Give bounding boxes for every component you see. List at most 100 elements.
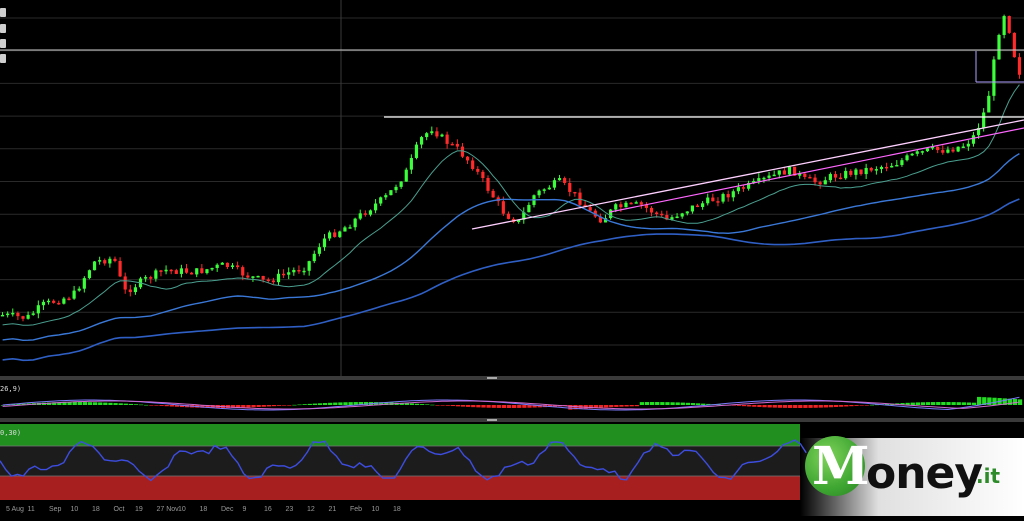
candle-body: [557, 178, 562, 181]
toolbar-button-1[interactable]: [0, 8, 6, 17]
macd-bar: [271, 405, 277, 407]
candle-body: [915, 151, 919, 154]
candle-body: [215, 264, 219, 268]
candle-body: [982, 112, 986, 128]
candle-body: [455, 143, 459, 147]
macd-bar: [925, 402, 931, 405]
oscillator-label: 0,30): [0, 429, 22, 437]
macd-bar: [813, 405, 818, 408]
macd-bar: [506, 405, 512, 408]
candle-body: [113, 258, 117, 261]
candle-body: [108, 258, 112, 264]
macd-bar: [639, 402, 645, 405]
macd-bar: [675, 402, 680, 405]
candle-body: [46, 300, 51, 303]
macd-bar: [169, 405, 174, 407]
candle-body: [26, 314, 30, 319]
candle-body: [220, 262, 224, 265]
macd-bar: [685, 402, 691, 405]
candle-body: [297, 269, 301, 272]
macd-bar: [649, 402, 655, 405]
candle-body: [971, 135, 976, 144]
candle-body: [721, 194, 725, 202]
toolbar-button-3[interactable]: [0, 39, 6, 48]
macd-bar: [690, 403, 696, 405]
candle-body: [465, 156, 470, 161]
candle-body: [486, 178, 490, 191]
macd-bar: [629, 405, 634, 407]
candle-body: [568, 182, 572, 192]
x-tick-label: 19: [135, 506, 143, 513]
candle-body: [169, 269, 173, 272]
macd-bar: [82, 402, 88, 405]
macd-bar: [603, 405, 609, 408]
macd-bar: [343, 402, 348, 405]
x-tick-label: 18: [200, 506, 208, 513]
candle-body: [542, 189, 546, 191]
candle-body: [777, 170, 781, 175]
candle-body: [225, 262, 229, 267]
macd-bar: [787, 405, 793, 408]
candle-body: [384, 195, 388, 198]
candle-body: [859, 169, 863, 175]
macd-bar: [527, 405, 532, 408]
x-tick-label: 5 Aug: [6, 506, 24, 513]
candle-body: [987, 95, 991, 113]
candle-body: [772, 174, 776, 177]
candle-body: [67, 298, 71, 301]
candle-body: [276, 273, 281, 283]
candle-body: [159, 270, 163, 272]
x-tick-label: 21: [329, 506, 337, 513]
candle-body: [609, 209, 613, 219]
macd-bar: [144, 404, 149, 406]
macd-bar: [420, 404, 425, 405]
candle-body: [62, 298, 66, 304]
candle-body: [1017, 57, 1022, 75]
macd-bar: [282, 405, 287, 406]
macd-bar: [496, 405, 501, 408]
candle-body: [481, 171, 485, 179]
macd-bar: [138, 404, 144, 406]
macd-bar: [869, 404, 875, 406]
candle-body: [639, 202, 643, 205]
macd-bar: [317, 403, 323, 405]
candle-body: [1012, 32, 1016, 58]
candle-body: [190, 272, 194, 275]
macd-bar: [118, 403, 123, 405]
macd-bar: [951, 402, 956, 405]
candle-body: [348, 227, 352, 229]
macd-bar: [966, 402, 972, 405]
candle-body: [353, 218, 357, 228]
candle-body: [271, 280, 275, 283]
candle-body: [358, 213, 362, 219]
candle-body: [57, 302, 61, 305]
toolbar-button-2[interactable]: [0, 24, 6, 33]
candle-body: [690, 205, 695, 212]
toolbar-button-4[interactable]: [0, 54, 6, 63]
candle-body: [685, 211, 689, 214]
candle-body: [195, 268, 199, 275]
x-tick-label: 10: [71, 506, 79, 513]
candle-body: [736, 187, 740, 192]
macd-bar: [941, 402, 946, 405]
macd-bar: [915, 402, 920, 405]
macd-bar: [818, 405, 823, 408]
macd-bar: [833, 405, 839, 408]
macd-bar: [859, 405, 864, 406]
candle-body: [716, 201, 720, 203]
macd-bar: [777, 405, 783, 408]
macd-bar: [425, 404, 430, 405]
candle-body: [41, 301, 46, 306]
candle-body: [506, 213, 511, 219]
candle-body: [389, 190, 393, 196]
macd-label: 26,9): [0, 385, 22, 393]
x-tick-label: 18: [393, 506, 401, 513]
x-tick-label: Dec: [221, 506, 234, 513]
candle-body: [614, 204, 618, 210]
macd-bar: [292, 404, 297, 406]
candle-body: [823, 180, 827, 185]
macd-bar: [798, 405, 803, 408]
macd-bar: [430, 404, 435, 406]
candle-body: [491, 190, 495, 198]
macd-bar: [839, 405, 844, 407]
